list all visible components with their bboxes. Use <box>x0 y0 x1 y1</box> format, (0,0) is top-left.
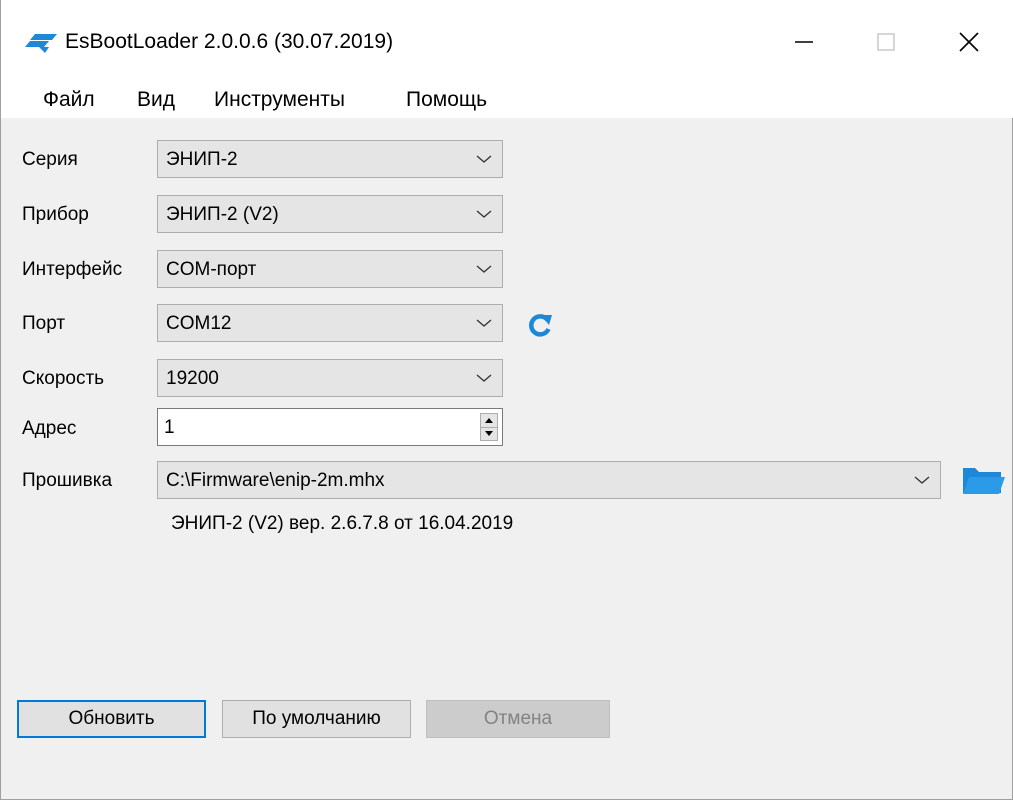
device-value: ЭНИП-2 (V2) <box>166 204 279 225</box>
port-dropdown[interactable]: COM12 <box>157 304 503 342</box>
chevron-down-icon <box>476 319 492 327</box>
refresh-icon[interactable] <box>527 312 553 338</box>
cancel-button[interactable]: Отмена <box>426 700 610 738</box>
address-stepper[interactable]: 1 <box>157 408 503 446</box>
minimize-button[interactable] <box>778 20 830 64</box>
chevron-down-icon <box>914 476 930 484</box>
port-value: COM12 <box>166 313 232 334</box>
chevron-down-icon <box>476 155 492 163</box>
firmware-dropdown[interactable]: C:\Firmware\enip-2m.mhx <box>157 461 941 499</box>
menu-view[interactable]: Вид <box>137 88 175 112</box>
device-label: Прибор <box>22 204 89 225</box>
chevron-down-icon <box>476 265 492 273</box>
default-button[interactable]: По умолчанию <box>222 700 411 738</box>
chevron-down-icon <box>476 374 492 382</box>
interface-dropdown[interactable]: COM-порт <box>157 250 503 288</box>
main-window: EsBootLoader 2.0.0.6 (30.07.2019) Файл В… <box>0 0 1013 800</box>
series-dropdown[interactable]: ЭНИП-2 <box>157 140 503 178</box>
device-dropdown[interactable]: ЭНИП-2 (V2) <box>157 195 503 233</box>
maximize-button[interactable] <box>860 20 912 64</box>
close-button[interactable] <box>943 20 995 64</box>
chevron-down-icon <box>476 210 492 218</box>
close-icon <box>959 32 979 52</box>
firmware-label: Прошивка <box>22 470 113 491</box>
speed-dropdown[interactable]: 19200 <box>157 359 503 397</box>
interface-label: Интерфейс <box>22 259 123 280</box>
firmware-value: C:\Firmware\enip-2m.mhx <box>166 470 385 491</box>
stepper-buttons <box>480 413 498 441</box>
spin-up-icon <box>485 418 493 423</box>
app-logo-icon <box>25 34 57 53</box>
series-label: Серия <box>22 149 78 170</box>
menu-file[interactable]: Файл <box>43 88 95 112</box>
folder-icon[interactable] <box>961 463 1005 497</box>
menu-help[interactable]: Помощь <box>406 88 487 112</box>
menu-tools[interactable]: Инструменты <box>214 88 345 112</box>
series-value: ЭНИП-2 <box>166 149 238 170</box>
decrement-button[interactable] <box>481 427 497 440</box>
maximize-icon <box>877 33 895 51</box>
speed-label: Скорость <box>22 368 105 389</box>
address-value[interactable]: 1 <box>164 417 175 439</box>
interface-value: COM-порт <box>166 259 257 280</box>
increment-button[interactable] <box>481 414 497 428</box>
address-label: Адрес <box>22 418 77 439</box>
firmware-info: ЭНИП-2 (V2) вер. 2.6.7.8 от 16.04.2019 <box>171 513 514 534</box>
update-button[interactable]: Обновить <box>17 700 206 738</box>
speed-value: 19200 <box>166 368 219 389</box>
menu-bar: Файл Вид Инструменты Помощь <box>1 80 1013 118</box>
minimize-icon <box>795 41 813 43</box>
spin-down-icon <box>485 431 493 436</box>
title-bar: EsBootLoader 2.0.0.6 (30.07.2019) <box>1 0 1013 80</box>
window-title: EsBootLoader 2.0.0.6 (30.07.2019) <box>65 30 394 53</box>
port-label: Порт <box>22 313 66 334</box>
